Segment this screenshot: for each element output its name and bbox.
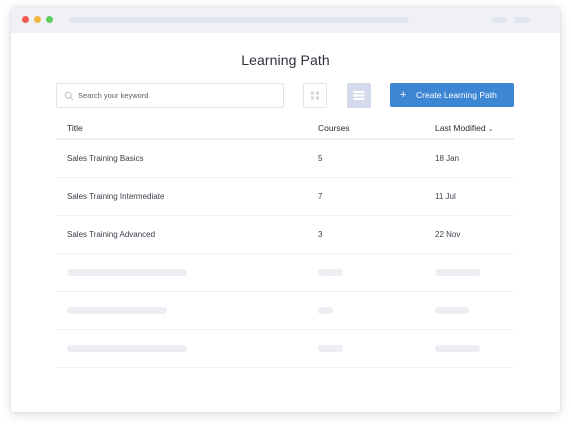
row-title: Sales Training Basics xyxy=(67,154,144,163)
app-window: Learning Path + Create Learning Path Tit… xyxy=(11,7,560,412)
titlebar-button[interactable] xyxy=(514,17,530,23)
table-row[interactable]: Sales Training Intermediate 7 11 Jul xyxy=(56,178,514,216)
search-input[interactable] xyxy=(78,84,278,107)
row-last-modified: 11 Jul xyxy=(435,192,456,201)
row-title: Sales Training Advanced xyxy=(67,230,156,239)
skeleton-bar xyxy=(435,269,480,276)
skeleton-bar xyxy=(318,269,343,276)
skeleton-bar xyxy=(67,345,187,352)
table-header: Title Courses Last Modified ⌄ xyxy=(56,118,514,140)
table-row[interactable]: Sales Training Basics 5 18 Jan xyxy=(56,140,514,178)
chevron-down-icon: ⌄ xyxy=(487,126,494,133)
column-header-last-modified-label: Last Modified xyxy=(435,123,486,133)
list-view-button[interactable] xyxy=(347,83,371,108)
titlebar-button[interactable] xyxy=(491,17,507,23)
skeleton-bar xyxy=(435,307,469,314)
column-header-courses[interactable]: Courses xyxy=(318,123,350,133)
column-header-last-modified[interactable]: Last Modified ⌄ xyxy=(435,123,493,133)
grid-view-button[interactable] xyxy=(303,83,327,108)
table-row[interactable]: Sales Training Advanced 3 22 Nov xyxy=(56,216,514,254)
row-courses: 7 xyxy=(318,192,323,201)
minimize-window-button[interactable] xyxy=(34,16,41,23)
placeholder-row xyxy=(56,292,514,330)
maximize-window-button[interactable] xyxy=(46,16,53,23)
skeleton-bar xyxy=(318,345,343,352)
create-button-label: Create Learning Path xyxy=(416,90,497,100)
skeleton-bar xyxy=(67,269,187,276)
address-bar[interactable] xyxy=(69,17,409,23)
skeleton-bar xyxy=(318,307,333,314)
window-titlebar xyxy=(11,7,560,33)
close-window-button[interactable] xyxy=(22,16,29,23)
plus-icon: + xyxy=(400,89,407,101)
page-title: Learning Path xyxy=(241,52,330,68)
search-icon xyxy=(64,91,74,101)
learning-path-table: Title Courses Last Modified ⌄ Sales Train… xyxy=(56,118,514,368)
row-title: Sales Training Intermediate xyxy=(67,192,165,201)
skeleton-bar xyxy=(67,307,167,314)
placeholder-row xyxy=(56,254,514,292)
search-box[interactable] xyxy=(56,83,284,108)
list-icon xyxy=(353,91,365,100)
row-courses: 3 xyxy=(318,230,323,239)
placeholder-row xyxy=(56,330,514,368)
grid-icon xyxy=(311,91,319,100)
create-learning-path-button[interactable]: + Create Learning Path xyxy=(390,83,514,107)
row-last-modified: 22 Nov xyxy=(435,230,461,239)
column-header-title[interactable]: Title xyxy=(67,123,83,133)
skeleton-bar xyxy=(435,345,480,352)
row-courses: 5 xyxy=(318,154,323,163)
row-last-modified: 18 Jan xyxy=(435,154,460,163)
